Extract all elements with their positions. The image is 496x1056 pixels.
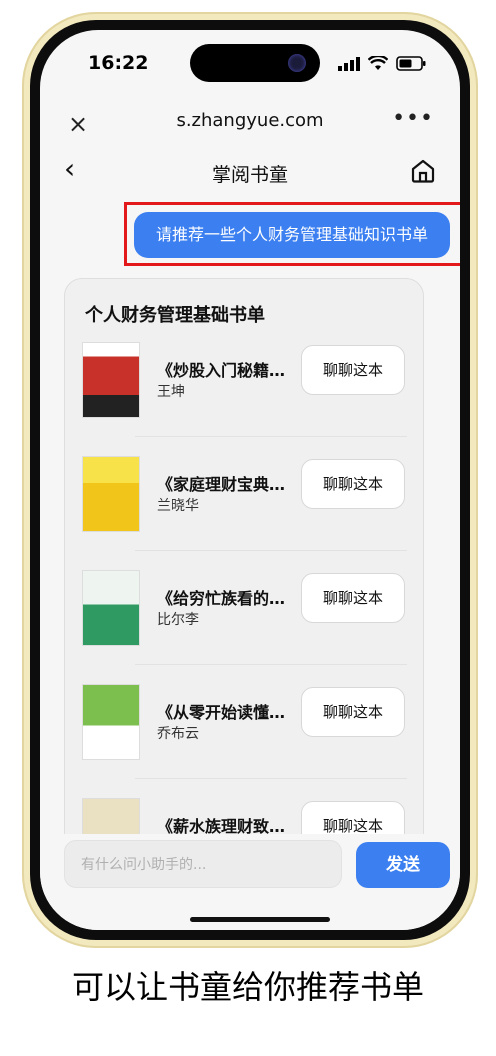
app-header: ‹ 掌阅书童: [40, 142, 460, 200]
book-cover-4: [83, 685, 139, 759]
book-author-4: 乔布云: [157, 726, 199, 742]
divider: [135, 778, 407, 779]
divider: [135, 436, 407, 437]
book-cover-2: [83, 457, 139, 531]
browser-bar: × s.zhangyue.com •••: [40, 100, 460, 146]
chat-book-button-1[interactable]: 聊聊这本: [301, 345, 405, 395]
book-title-2: 《家庭理财宝典…: [157, 475, 286, 494]
book-list-card: 个人财务管理基础书单 《炒股入门秘籍… 王坤 聊聊这本 《家庭理财宝典… 兰晓华…: [64, 278, 424, 920]
send-button[interactable]: 发送: [356, 842, 450, 888]
book-author-3: 比尔李: [157, 612, 199, 628]
book-title-4: 《从零开始读懂…: [157, 703, 286, 722]
divider: [135, 664, 407, 665]
wifi-icon: [368, 56, 388, 70]
phone-screen: 16:22 × s.zhangyue.com ••• ‹ 掌阅书童 请推荐一些个…: [40, 30, 460, 930]
book-cover-3: [83, 571, 139, 645]
book-title-3: 《给穷忙族看的…: [157, 589, 286, 608]
card-title: 个人财务管理基础书单: [85, 305, 265, 326]
more-icon[interactable]: •••: [392, 106, 434, 131]
page-title: 掌阅书童: [211, 164, 288, 186]
caption-text: 可以让书童给你推荐书单: [71, 968, 424, 1006]
book-cover-1: [83, 343, 139, 417]
home-icon[interactable]: [410, 158, 436, 184]
dynamic-island: [190, 44, 320, 82]
book-author-1: 王坤: [157, 384, 185, 400]
phone-frame: 16:22 × s.zhangyue.com ••• ‹ 掌阅书童 请推荐一些个…: [22, 12, 478, 948]
status-time: 16:22: [88, 52, 149, 74]
chat-book-button-3[interactable]: 聊聊这本: [301, 573, 405, 623]
battery-icon: [396, 56, 426, 71]
book-author-2: 兰晓华: [157, 498, 199, 514]
status-icons: [338, 56, 426, 71]
chat-book-button-4[interactable]: 聊聊这本: [301, 687, 405, 737]
signal-icon: [338, 56, 360, 71]
divider: [135, 550, 407, 551]
input-bar: 有什么问小助手的... 发送: [40, 834, 460, 930]
home-indicator: [190, 917, 330, 922]
chat-content: 请推荐一些个人财务管理基础知识书单 个人财务管理基础书单 《炒股入门秘籍… 王坤…: [40, 200, 460, 930]
phone-bezel: 16:22 × s.zhangyue.com ••• ‹ 掌阅书童 请推荐一些个…: [30, 20, 470, 940]
camera-icon: [288, 54, 306, 72]
book-title-1: 《炒股入门秘籍…: [157, 361, 286, 380]
message-input[interactable]: 有什么问小助手的...: [64, 840, 342, 888]
chat-book-button-2[interactable]: 聊聊这本: [301, 459, 405, 509]
user-message-bubble: 请推荐一些个人财务管理基础知识书单: [134, 212, 450, 258]
